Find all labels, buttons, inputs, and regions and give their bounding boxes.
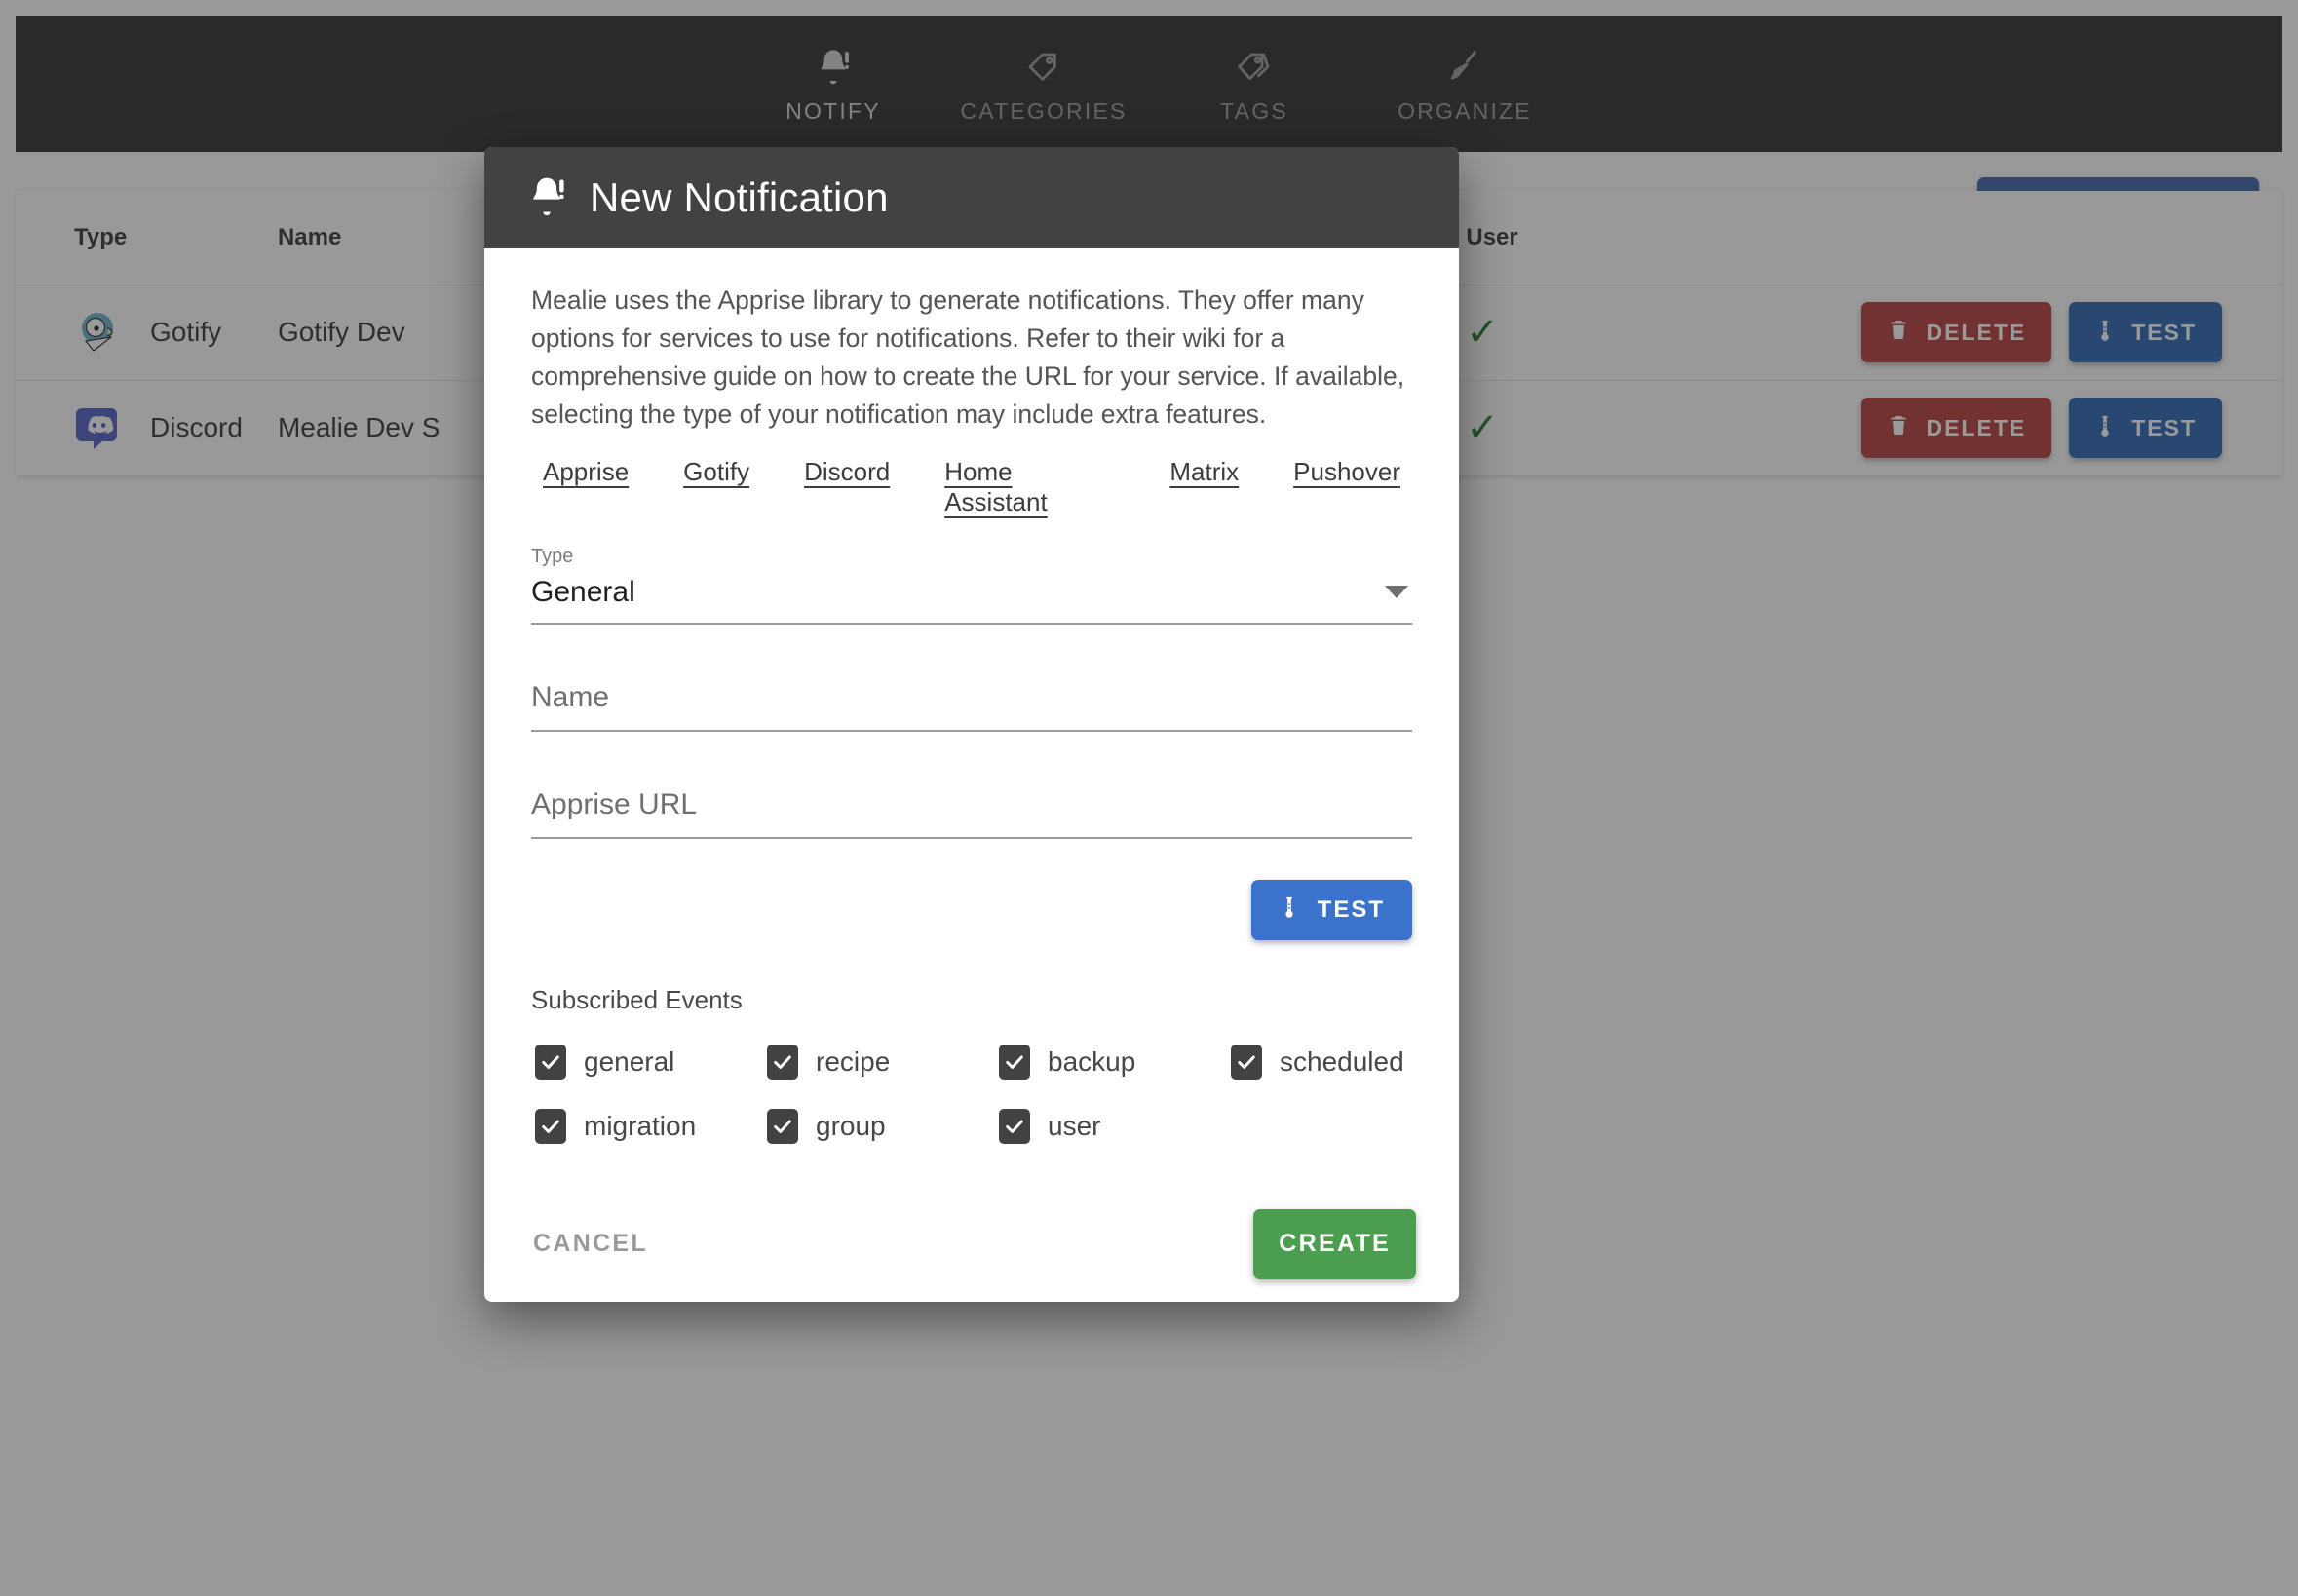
link-pushover[interactable]: Pushover: [1293, 457, 1400, 517]
link-matrix[interactable]: Matrix: [1169, 457, 1239, 517]
checkbox-user[interactable]: user: [999, 1109, 1231, 1144]
chevron-down-icon[interactable]: [1385, 586, 1408, 598]
dialog-test-button[interactable]: TEST: [1251, 880, 1412, 940]
subscribed-events-title: Subscribed Events: [531, 985, 1412, 1015]
test-tube-icon: [1279, 893, 1300, 927]
bell-alert-icon: [525, 173, 568, 223]
dialog-title: New Notification: [590, 174, 889, 221]
checkbox-group[interactable]: group: [767, 1109, 999, 1144]
dialog-footer: CANCEL CREATE: [484, 1187, 1459, 1302]
dialog-body: Mealie uses the Apprise library to gener…: [484, 248, 1459, 1144]
checkbox-label-scheduled: scheduled: [1280, 1046, 1404, 1078]
checkbox-label-group: group: [816, 1111, 886, 1142]
checkbox-label-migration: migration: [584, 1111, 696, 1142]
link-apprise[interactable]: Apprise: [543, 457, 629, 517]
checkbox-label-general: general: [584, 1046, 674, 1078]
type-select-value: General: [531, 576, 635, 609]
checkbox-checked-icon[interactable]: [1231, 1045, 1262, 1080]
checkbox-checked-icon[interactable]: [535, 1109, 566, 1144]
checkbox-label-recipe: recipe: [816, 1046, 890, 1078]
checkbox-checked-icon[interactable]: [999, 1109, 1030, 1144]
checkbox-label-backup: backup: [1048, 1046, 1135, 1078]
checkbox-scheduled[interactable]: scheduled: [1231, 1045, 1459, 1080]
checkbox-checked-icon[interactable]: [767, 1045, 798, 1080]
apprise-url-field[interactable]: [531, 788, 1412, 839]
checkbox-label-user: user: [1048, 1111, 1100, 1142]
new-notification-dialog: New Notification Mealie uses the Apprise…: [484, 147, 1459, 1302]
checkbox-general[interactable]: general: [535, 1045, 767, 1080]
checkbox-migration[interactable]: migration: [535, 1109, 767, 1144]
checkbox-backup[interactable]: backup: [999, 1045, 1231, 1080]
checkbox-checked-icon[interactable]: [535, 1045, 566, 1080]
link-home-assistant[interactable]: Home Assistant: [944, 457, 1115, 517]
type-select-label: Type: [531, 547, 1412, 566]
checkbox-checked-icon[interactable]: [767, 1109, 798, 1144]
type-select-field[interactable]: Type General: [531, 547, 1412, 625]
checkbox-checked-icon[interactable]: [999, 1045, 1030, 1080]
app-root: NOTIFY CATEGORIES: [0, 0, 2298, 1596]
cancel-button[interactable]: CANCEL: [527, 1216, 654, 1272]
dialog-header: New Notification: [484, 147, 1459, 248]
link-discord[interactable]: Discord: [804, 457, 890, 517]
checkbox-recipe[interactable]: recipe: [767, 1045, 999, 1080]
create-button[interactable]: CREATE: [1253, 1209, 1416, 1279]
dialog-test-row: TEST: [531, 880, 1412, 940]
link-gotify[interactable]: Gotify: [683, 457, 749, 517]
apprise-url-input[interactable]: [531, 788, 1412, 821]
name-input[interactable]: [531, 681, 1412, 714]
dialog-test-label: TEST: [1318, 896, 1385, 924]
service-links: Apprise Gotify Discord Home Assistant Ma…: [531, 434, 1412, 517]
subscribed-events-grid: general recipe backup: [531, 1045, 1412, 1144]
dialog-description: Mealie uses the Apprise library to gener…: [531, 282, 1412, 434]
name-field[interactable]: [531, 681, 1412, 732]
